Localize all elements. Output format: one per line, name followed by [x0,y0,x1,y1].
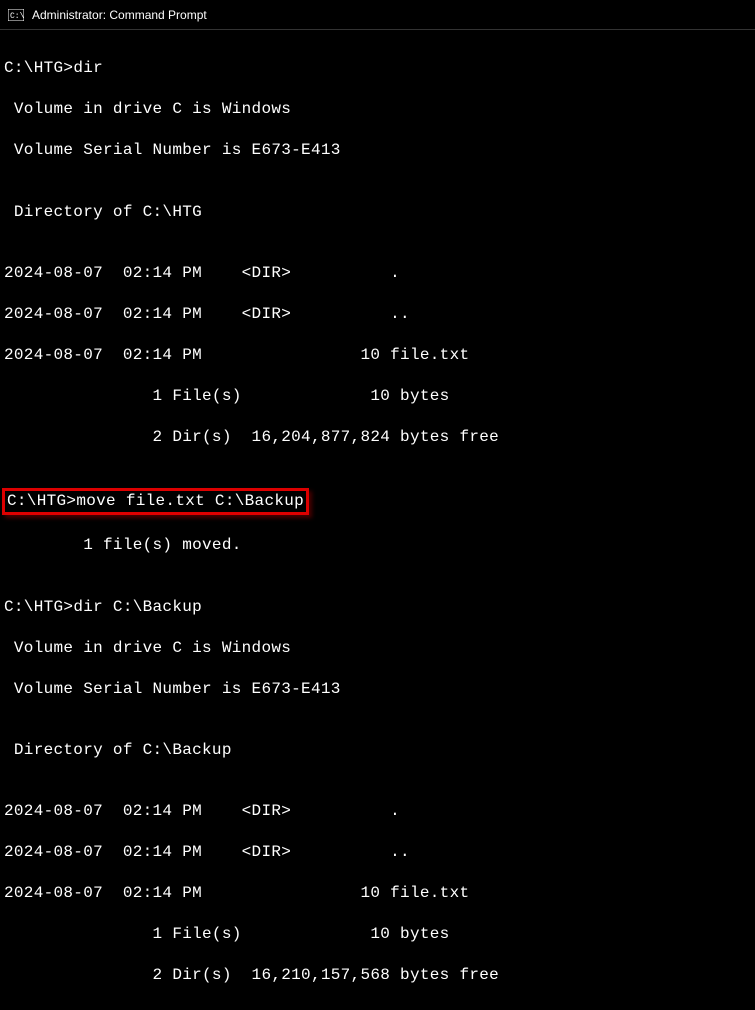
output-line: 1 file(s) moved. [4,535,751,555]
output-line: Volume in drive C is Windows [4,638,751,658]
output-line: C:\HTG>dir [4,58,751,78]
output-line: C:\HTG>dir C:\Backup [4,597,751,617]
command-text: move file.txt C:\Backup [76,492,304,510]
window-titlebar[interactable]: C:\ Administrator: Command Prompt [0,0,755,30]
command-text: dir C:\Backup [73,598,202,616]
window-title: Administrator: Command Prompt [32,8,207,22]
output-line: 2024-08-07 02:14 PM <DIR> . [4,801,751,821]
terminal-output[interactable]: C:\HTG>dir Volume in drive C is Windows … [0,30,755,1010]
output-line: C:\HTG>move file.txt C:\Backup [4,488,751,514]
output-line: 1 File(s) 10 bytes [4,924,751,944]
prompt: C:\HTG> [7,492,76,510]
output-line: 2024-08-07 02:14 PM 10 file.txt [4,345,751,365]
output-line: 2024-08-07 02:14 PM <DIR> . [4,263,751,283]
output-line: 2 Dir(s) 16,210,157,568 bytes free [4,965,751,985]
command-text: dir [73,59,103,77]
prompt: C:\HTG> [4,59,73,77]
output-line: 2024-08-07 02:14 PM <DIR> .. [4,304,751,324]
prompt: C:\HTG> [4,598,73,616]
output-line: Volume Serial Number is E673-E413 [4,140,751,160]
output-line: Directory of C:\HTG [4,202,751,222]
output-line: Directory of C:\Backup [4,740,751,760]
svg-text:C:\: C:\ [10,12,24,21]
highlighted-command: C:\HTG>move file.txt C:\Backup [2,488,309,514]
output-line: 1 File(s) 10 bytes [4,386,751,406]
output-line: 2024-08-07 02:14 PM 10 file.txt [4,883,751,903]
cmd-icon: C:\ [8,7,24,23]
output-line: 2 Dir(s) 16,204,877,824 bytes free [4,427,751,447]
output-line: 2024-08-07 02:14 PM <DIR> .. [4,842,751,862]
output-line: Volume in drive C is Windows [4,99,751,119]
output-line: Volume Serial Number is E673-E413 [4,679,751,699]
